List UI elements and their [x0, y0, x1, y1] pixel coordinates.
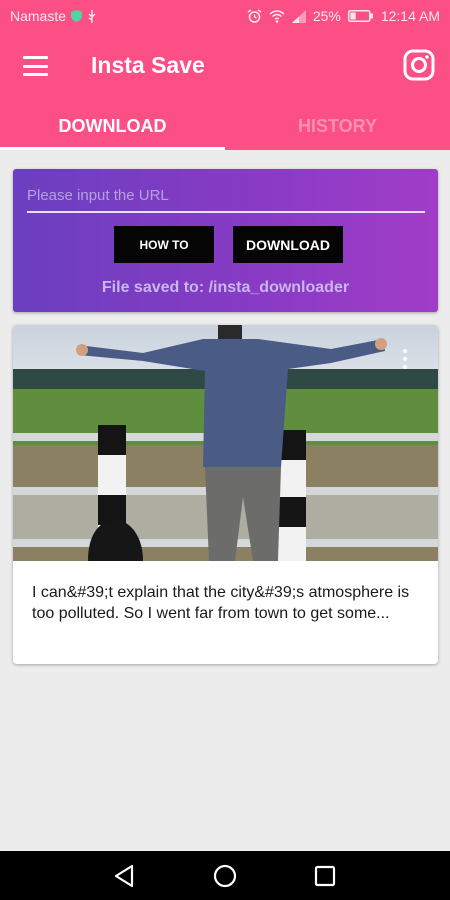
alarm-icon [247, 9, 262, 23]
app-title: Insta Save [91, 52, 205, 78]
app-bar: Insta Save [0, 32, 450, 102]
tab-history[interactable]: HISTORY [225, 102, 450, 150]
wifi-icon [269, 9, 285, 23]
download-button[interactable]: DOWNLOAD [233, 226, 343, 263]
clock: 12:14 AM [380, 8, 440, 24]
back-icon[interactable] [112, 863, 138, 889]
active-tab-indicator [0, 147, 225, 150]
shield-icon [71, 10, 83, 22]
battery-icon [347, 10, 373, 22]
instagram-icon[interactable] [403, 49, 435, 81]
hamburger-menu-icon[interactable] [23, 56, 48, 76]
more-vertical-icon[interactable] [402, 349, 408, 369]
system-navigation-bar [0, 851, 450, 900]
post-card[interactable]: I can&#39;t explain that the city&#39;s … [13, 325, 438, 664]
how-to-button[interactable]: HOW TO [114, 226, 214, 263]
post-image[interactable] [13, 325, 438, 561]
home-icon[interactable] [212, 863, 238, 889]
saved-path-text: File saved to: /insta_downloader [101, 279, 350, 296]
url-input[interactable] [27, 179, 425, 213]
post-caption: I can&#39;t explain that the city&#39;s … [32, 584, 410, 622]
tab-download[interactable]: DOWNLOAD [0, 102, 225, 150]
carrier-name: Namaste [10, 8, 67, 24]
signal-icon [291, 9, 306, 23]
tab-bar: DOWNLOAD HISTORY [0, 102, 450, 150]
status-bar: Namaste 25% 12:14 AM [0, 0, 450, 32]
recents-icon[interactable] [312, 863, 338, 889]
url-input-card: HOW TO DOWNLOAD File saved to: /insta_do… [13, 169, 438, 312]
usb-icon [88, 9, 96, 23]
battery-percent: 25% [312, 8, 341, 24]
